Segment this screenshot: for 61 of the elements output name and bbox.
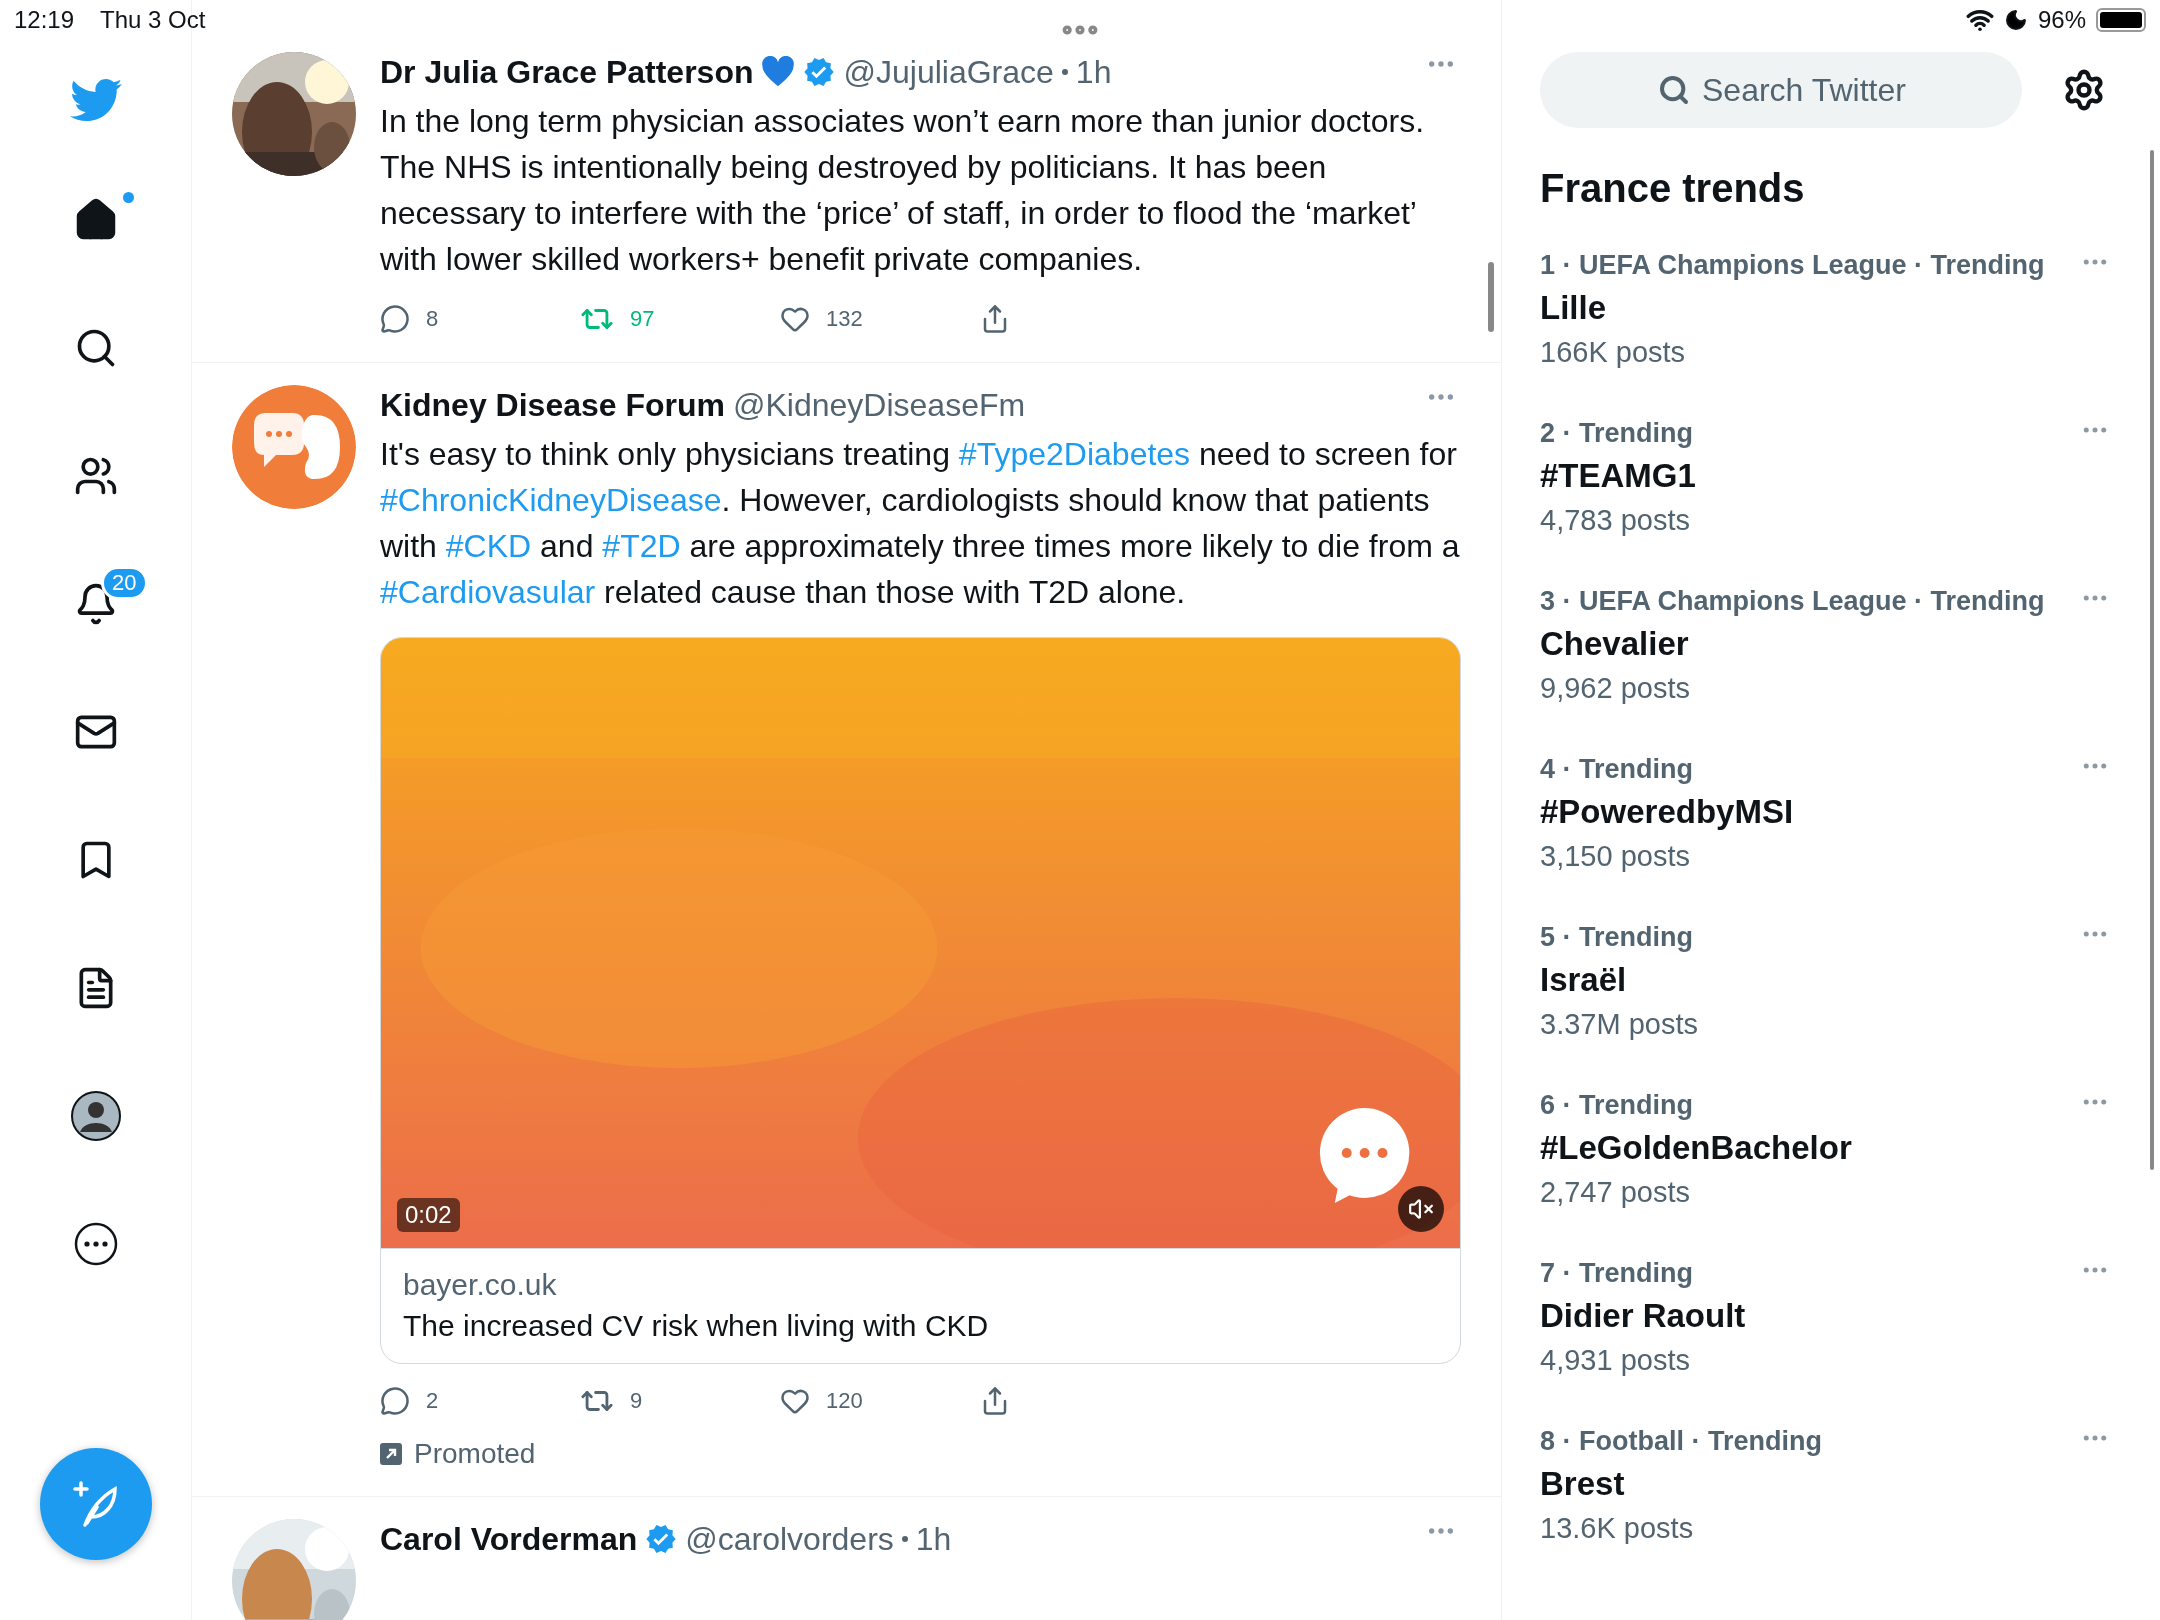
trend-context: 4 · Trending (1540, 753, 1693, 786)
author-name[interactable]: Carol Vorderman (380, 1520, 638, 1558)
link-domain: bayer.co.uk (403, 1267, 558, 1303)
like-button[interactable]: 120 (780, 1384, 980, 1418)
settings-icon[interactable] (2062, 68, 2106, 112)
post-time: 1h (915, 1520, 952, 1558)
search-field[interactable]: Search Twitter (1540, 52, 2022, 128)
post-text: It's easy to think only physicians treating #Type2Diabetes need to screen for #ChronicKidneyDisease. However, cardiologists should know that patients with #CKD and #T2D are approximately three times more likely to die from a #Cardiovasular related cause than those with T2D alone. (380, 435, 1461, 612)
trend-context: 2 · Trending (1540, 417, 1693, 450)
trend-name[interactable]: Lille (1540, 285, 2130, 331)
trends-heading: France trends (1540, 166, 1806, 211)
trend-name[interactable]: #PoweredbyMSI (1540, 789, 2130, 835)
promoted-icon (380, 1443, 402, 1465)
trend-context: 5 · Trending (1540, 921, 1693, 954)
post-time: 1h (1075, 53, 1112, 91)
trend-post-count: 3,150 posts (1540, 839, 1691, 874)
notification-badge: 20 (101, 566, 148, 600)
trend-post-count: 9,962 posts (1540, 671, 1691, 706)
video-duration: 0:02 (397, 1198, 460, 1232)
trend-post-count: 166K posts (1540, 335, 1687, 370)
trend-name[interactable]: Brest (1540, 1461, 2130, 1507)
trend-context: 7 · Trending (1540, 1257, 1693, 1290)
separator-dot-icon (901, 1536, 908, 1542)
reply-button[interactable]: 8 (380, 302, 580, 336)
trend-name[interactable]: Didier Raoult (1540, 1293, 2130, 1339)
trend-name[interactable]: Chevalier (1540, 621, 2130, 667)
retweet-button[interactable]: 9 (580, 1384, 780, 1418)
trend-post-count: 3.37M posts (1540, 1007, 1699, 1042)
author-name[interactable]: Dr Julia Grace Patterson (380, 53, 754, 91)
trend-context: 8 · Football · Trending (1540, 1425, 1822, 1458)
trend-post-count: 4,931 posts (1540, 1343, 1691, 1378)
battery-level: 96% (2037, 6, 2086, 34)
link-card[interactable]: 0:02 bayer.co.uk The increased CV risk when living with CKD (380, 637, 1461, 1364)
author-name[interactable]: Kidney Disease Forum (380, 386, 725, 424)
trend-context: 1 · UEFA Champions League · Trending (1540, 249, 2045, 282)
trend-name[interactable]: #LeGoldenBachelor (1540, 1125, 2130, 1171)
post-text: In the long term physician associates won’t earn more than junior doctors. The NHS is intentionally being destroyed by politicians. It has been necessary to interfere with the ‘price’ of staff, in order to flood the ‘market’ with lower skilled workers+ benefit private companies. (380, 102, 1426, 279)
trend-post-count: 13.6K posts (1540, 1511, 1695, 1546)
trend-post-count: 4,783 posts (1540, 503, 1691, 538)
promoted-label: Promoted (414, 1438, 536, 1470)
like-button[interactable]: 132 (780, 302, 980, 336)
moon-icon (2003, 8, 2028, 32)
trend-context: 6 · Trending (1540, 1089, 1693, 1122)
compose-button[interactable] (39, 1448, 152, 1560)
battery-icon (2096, 8, 2146, 32)
search-icon (1658, 74, 1690, 106)
trend-name[interactable]: Israël (1540, 957, 2130, 1003)
date: Thu 3 Oct (100, 6, 206, 34)
clock: 12:19 (14, 6, 75, 34)
trend-context: 3 · UEFA Champions League · Trending (1540, 585, 2045, 618)
speech-bubble-icon (380, 1386, 410, 1416)
author-handle[interactable]: @KidneyDiseaseFm (733, 386, 1026, 424)
author-handle[interactable]: @carolvorders (685, 1520, 894, 1558)
trend-name[interactable]: #TEAMG1 (1540, 453, 2130, 499)
trend-post-count: 2,747 posts (1540, 1175, 1691, 1210)
speech-bubble-icon (380, 304, 410, 334)
author-handle[interactable]: @JujuliaGrace (843, 53, 1054, 91)
reply-button[interactable]: 2 (380, 1384, 580, 1418)
link-title: The increased CV risk when living with CKD (403, 1308, 990, 1344)
speaker-muted-icon (1408, 1196, 1434, 1222)
separator-dot-icon (1061, 69, 1068, 75)
